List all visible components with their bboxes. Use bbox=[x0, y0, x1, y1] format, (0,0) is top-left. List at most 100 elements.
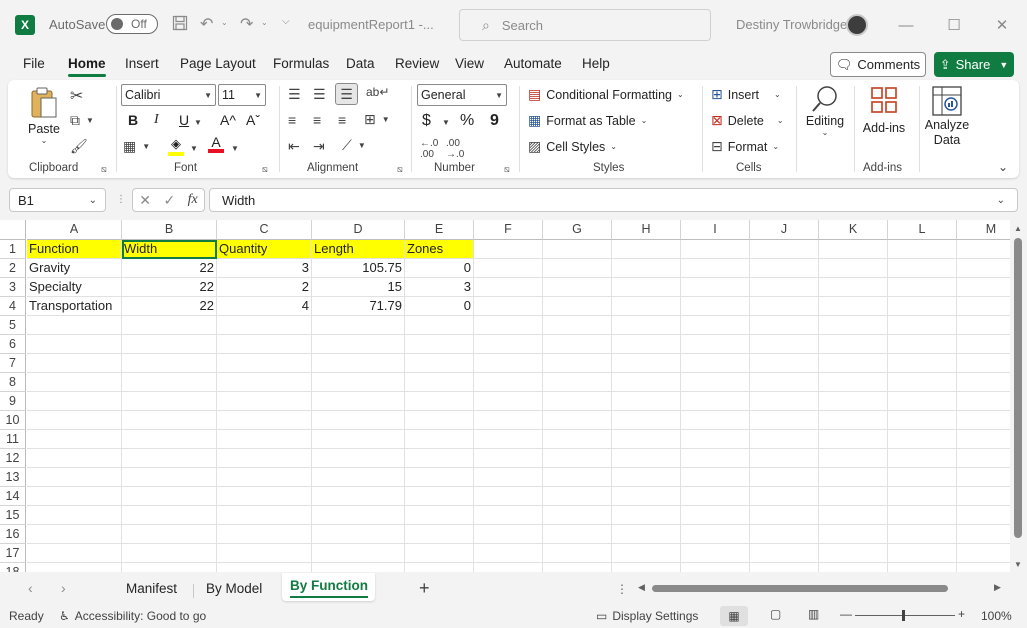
tab-page-layout[interactable]: Page Layout bbox=[180, 56, 256, 71]
column-header-h[interactable]: H bbox=[612, 220, 681, 240]
cell-g10[interactable] bbox=[543, 411, 612, 430]
cell-m7[interactable] bbox=[957, 354, 1010, 373]
font-size-select[interactable]: 11 ▼ bbox=[218, 84, 266, 106]
cell-m1[interactable] bbox=[957, 240, 1010, 259]
cell-a2[interactable]: Gravity bbox=[27, 259, 122, 278]
cell-i14[interactable] bbox=[681, 487, 750, 506]
cell-a12[interactable] bbox=[27, 449, 122, 468]
cell-g13[interactable] bbox=[543, 468, 612, 487]
column-header-m[interactable]: M bbox=[957, 220, 1010, 240]
next-sheet-icon[interactable]: › bbox=[61, 580, 66, 596]
cell-h8[interactable] bbox=[612, 373, 681, 392]
cell-g2[interactable] bbox=[543, 259, 612, 278]
cell-h16[interactable] bbox=[612, 525, 681, 544]
cell-c12[interactable] bbox=[217, 449, 312, 468]
cell-j13[interactable] bbox=[750, 468, 819, 487]
vertical-scrollbar[interactable]: ▲ ▼ bbox=[1010, 220, 1027, 572]
cell-m17[interactable] bbox=[957, 544, 1010, 563]
wrap-text-icon[interactable]: ab↵ bbox=[366, 85, 389, 99]
cell-f1[interactable] bbox=[474, 240, 543, 259]
redo-dropdown-icon[interactable]: ⌄ bbox=[261, 18, 268, 27]
cell-c6[interactable] bbox=[217, 335, 312, 354]
cell-m15[interactable] bbox=[957, 506, 1010, 525]
cell-m12[interactable] bbox=[957, 449, 1010, 468]
align-left-icon[interactable]: ≡ bbox=[288, 112, 296, 128]
cell-g15[interactable] bbox=[543, 506, 612, 525]
cell-m3[interactable] bbox=[957, 278, 1010, 297]
cell-e13[interactable] bbox=[405, 468, 474, 487]
cell-b9[interactable] bbox=[122, 392, 217, 411]
cell-c1[interactable]: Quantity bbox=[217, 240, 312, 259]
cell-i15[interactable] bbox=[681, 506, 750, 525]
cell-e5[interactable] bbox=[405, 316, 474, 335]
tab-help[interactable]: Help bbox=[582, 56, 610, 71]
cell-k8[interactable] bbox=[819, 373, 888, 392]
add-ins-button[interactable]: Add-ins bbox=[862, 86, 906, 135]
align-top-icon[interactable]: ☰ bbox=[288, 86, 301, 103]
cell-i4[interactable] bbox=[681, 297, 750, 316]
tab-file[interactable]: File bbox=[23, 56, 45, 71]
scroll-right-icon[interactable]: ▶ bbox=[994, 582, 1001, 593]
cell-e9[interactable] bbox=[405, 392, 474, 411]
cell-d8[interactable] bbox=[312, 373, 405, 392]
cell-h17[interactable] bbox=[612, 544, 681, 563]
cell-d7[interactable] bbox=[312, 354, 405, 373]
clipboard-launcher-icon[interactable]: ⧅ bbox=[101, 164, 107, 175]
cell-m10[interactable] bbox=[957, 411, 1010, 430]
tab-review[interactable]: Review bbox=[395, 56, 439, 71]
cell-j2[interactable] bbox=[750, 259, 819, 278]
cell-l11[interactable] bbox=[888, 430, 957, 449]
cell-l10[interactable] bbox=[888, 411, 957, 430]
cell-d1[interactable]: Length bbox=[312, 240, 405, 259]
cell-i7[interactable] bbox=[681, 354, 750, 373]
cell-a3[interactable]: Specialty bbox=[27, 278, 122, 297]
cell-j10[interactable] bbox=[750, 411, 819, 430]
cell-g17[interactable] bbox=[543, 544, 612, 563]
cell-a9[interactable] bbox=[27, 392, 122, 411]
cell-styles-button[interactable]: ▨ Cell Styles ⌄ bbox=[528, 138, 617, 155]
cell-c17[interactable] bbox=[217, 544, 312, 563]
cell-e12[interactable] bbox=[405, 449, 474, 468]
cell-g1[interactable] bbox=[543, 240, 612, 259]
cell-b4[interactable]: 22 bbox=[122, 297, 217, 316]
cell-k15[interactable] bbox=[819, 506, 888, 525]
cell-k17[interactable] bbox=[819, 544, 888, 563]
font-color-button[interactable]: A bbox=[208, 135, 224, 153]
format-painter-icon[interactable]: 🖌 bbox=[70, 138, 88, 155]
cell-i16[interactable] bbox=[681, 525, 750, 544]
cell-f17[interactable] bbox=[474, 544, 543, 563]
select-all-corner[interactable] bbox=[0, 220, 26, 240]
cell-b14[interactable] bbox=[122, 487, 217, 506]
cell-b18[interactable] bbox=[122, 563, 217, 572]
cell-c2[interactable]: 3 bbox=[217, 259, 312, 278]
row-header-16[interactable]: 16 bbox=[0, 525, 26, 544]
cell-c18[interactable] bbox=[217, 563, 312, 572]
cell-d17[interactable] bbox=[312, 544, 405, 563]
cell-m14[interactable] bbox=[957, 487, 1010, 506]
cell-j8[interactable] bbox=[750, 373, 819, 392]
cell-b7[interactable] bbox=[122, 354, 217, 373]
cell-f18[interactable] bbox=[474, 563, 543, 572]
cell-c8[interactable] bbox=[217, 373, 312, 392]
font-launcher-icon[interactable]: ⧅ bbox=[262, 164, 268, 175]
cell-d5[interactable] bbox=[312, 316, 405, 335]
cell-m5[interactable] bbox=[957, 316, 1010, 335]
delete-cells-button[interactable]: ⊠ Delete ⌄ bbox=[711, 112, 784, 129]
cell-c15[interactable] bbox=[217, 506, 312, 525]
cell-j5[interactable] bbox=[750, 316, 819, 335]
cell-e4[interactable]: 0 bbox=[405, 297, 474, 316]
cell-l12[interactable] bbox=[888, 449, 957, 468]
scroll-up-icon[interactable]: ▲ bbox=[1014, 224, 1022, 233]
cell-m8[interactable] bbox=[957, 373, 1010, 392]
chevron-down-icon[interactable]: ⌄ bbox=[89, 195, 97, 206]
cell-h5[interactable] bbox=[612, 316, 681, 335]
number-format-select[interactable]: General ▼ bbox=[417, 84, 507, 106]
cell-k7[interactable] bbox=[819, 354, 888, 373]
cut-icon[interactable]: ✂ bbox=[70, 86, 83, 106]
display-settings-button[interactable]: ▭ Display Settings bbox=[596, 609, 698, 623]
sheet-tab-manifest[interactable]: Manifest bbox=[126, 581, 177, 596]
cell-i3[interactable] bbox=[681, 278, 750, 297]
save-icon[interactable] bbox=[172, 15, 188, 31]
cell-d15[interactable] bbox=[312, 506, 405, 525]
cancel-entry-icon[interactable]: ✕ bbox=[139, 192, 151, 209]
